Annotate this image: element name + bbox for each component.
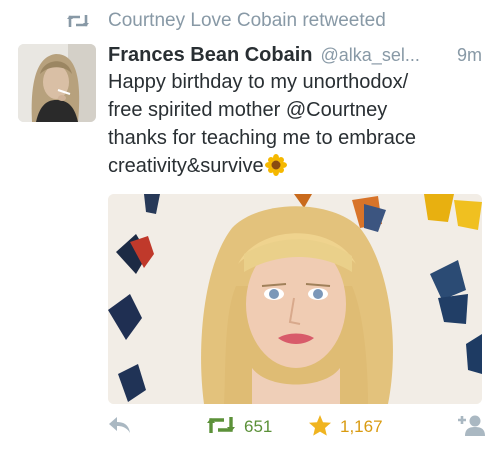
tweet-photo[interactable] [108, 194, 482, 404]
follow-user-icon [456, 414, 486, 441]
avatar[interactable] [18, 44, 96, 122]
author-handle[interactable]: @alka_sel... [321, 45, 420, 66]
sunflower-icon [264, 154, 287, 176]
tweet-text-line: free spirited mother @Courtney [108, 99, 388, 121]
retweet-icon [206, 415, 236, 440]
tweet-text-line: thanks for teaching me to embrace [108, 127, 416, 149]
retweet-context-text: Courtney Love Cobain retweeted [108, 10, 386, 31]
tweet-timestamp[interactable]: 9m [457, 45, 482, 66]
tweet-text-line-content: creativity&survive [108, 155, 264, 177]
tweet-text-line-last: creativity&survive [108, 152, 488, 180]
retweet-context: Courtney Love Cobain retweeted [66, 10, 386, 32]
follow-button[interactable] [456, 412, 486, 442]
retweet-icon [66, 13, 90, 29]
author-display-name[interactable]: Frances Bean Cobain [108, 44, 313, 67]
star-icon [308, 414, 332, 441]
tweet-actions: 651 1,167 [108, 412, 486, 442]
tweet-text: Happy birthday to my unorthodox/ free sp… [108, 68, 488, 180]
reply-icon [108, 415, 132, 440]
reply-button[interactable] [108, 412, 132, 442]
favorite-count: 1,167 [340, 417, 383, 436]
retweet-button[interactable]: 651 [206, 412, 272, 442]
tweet-header: Frances Bean Cobain @alka_sel... 9m [108, 44, 482, 68]
retweet-count: 651 [244, 417, 273, 436]
tweet-text-line: Happy birthday to my unorthodox/ [108, 71, 409, 93]
favorite-button[interactable]: 1,167 [308, 412, 383, 442]
